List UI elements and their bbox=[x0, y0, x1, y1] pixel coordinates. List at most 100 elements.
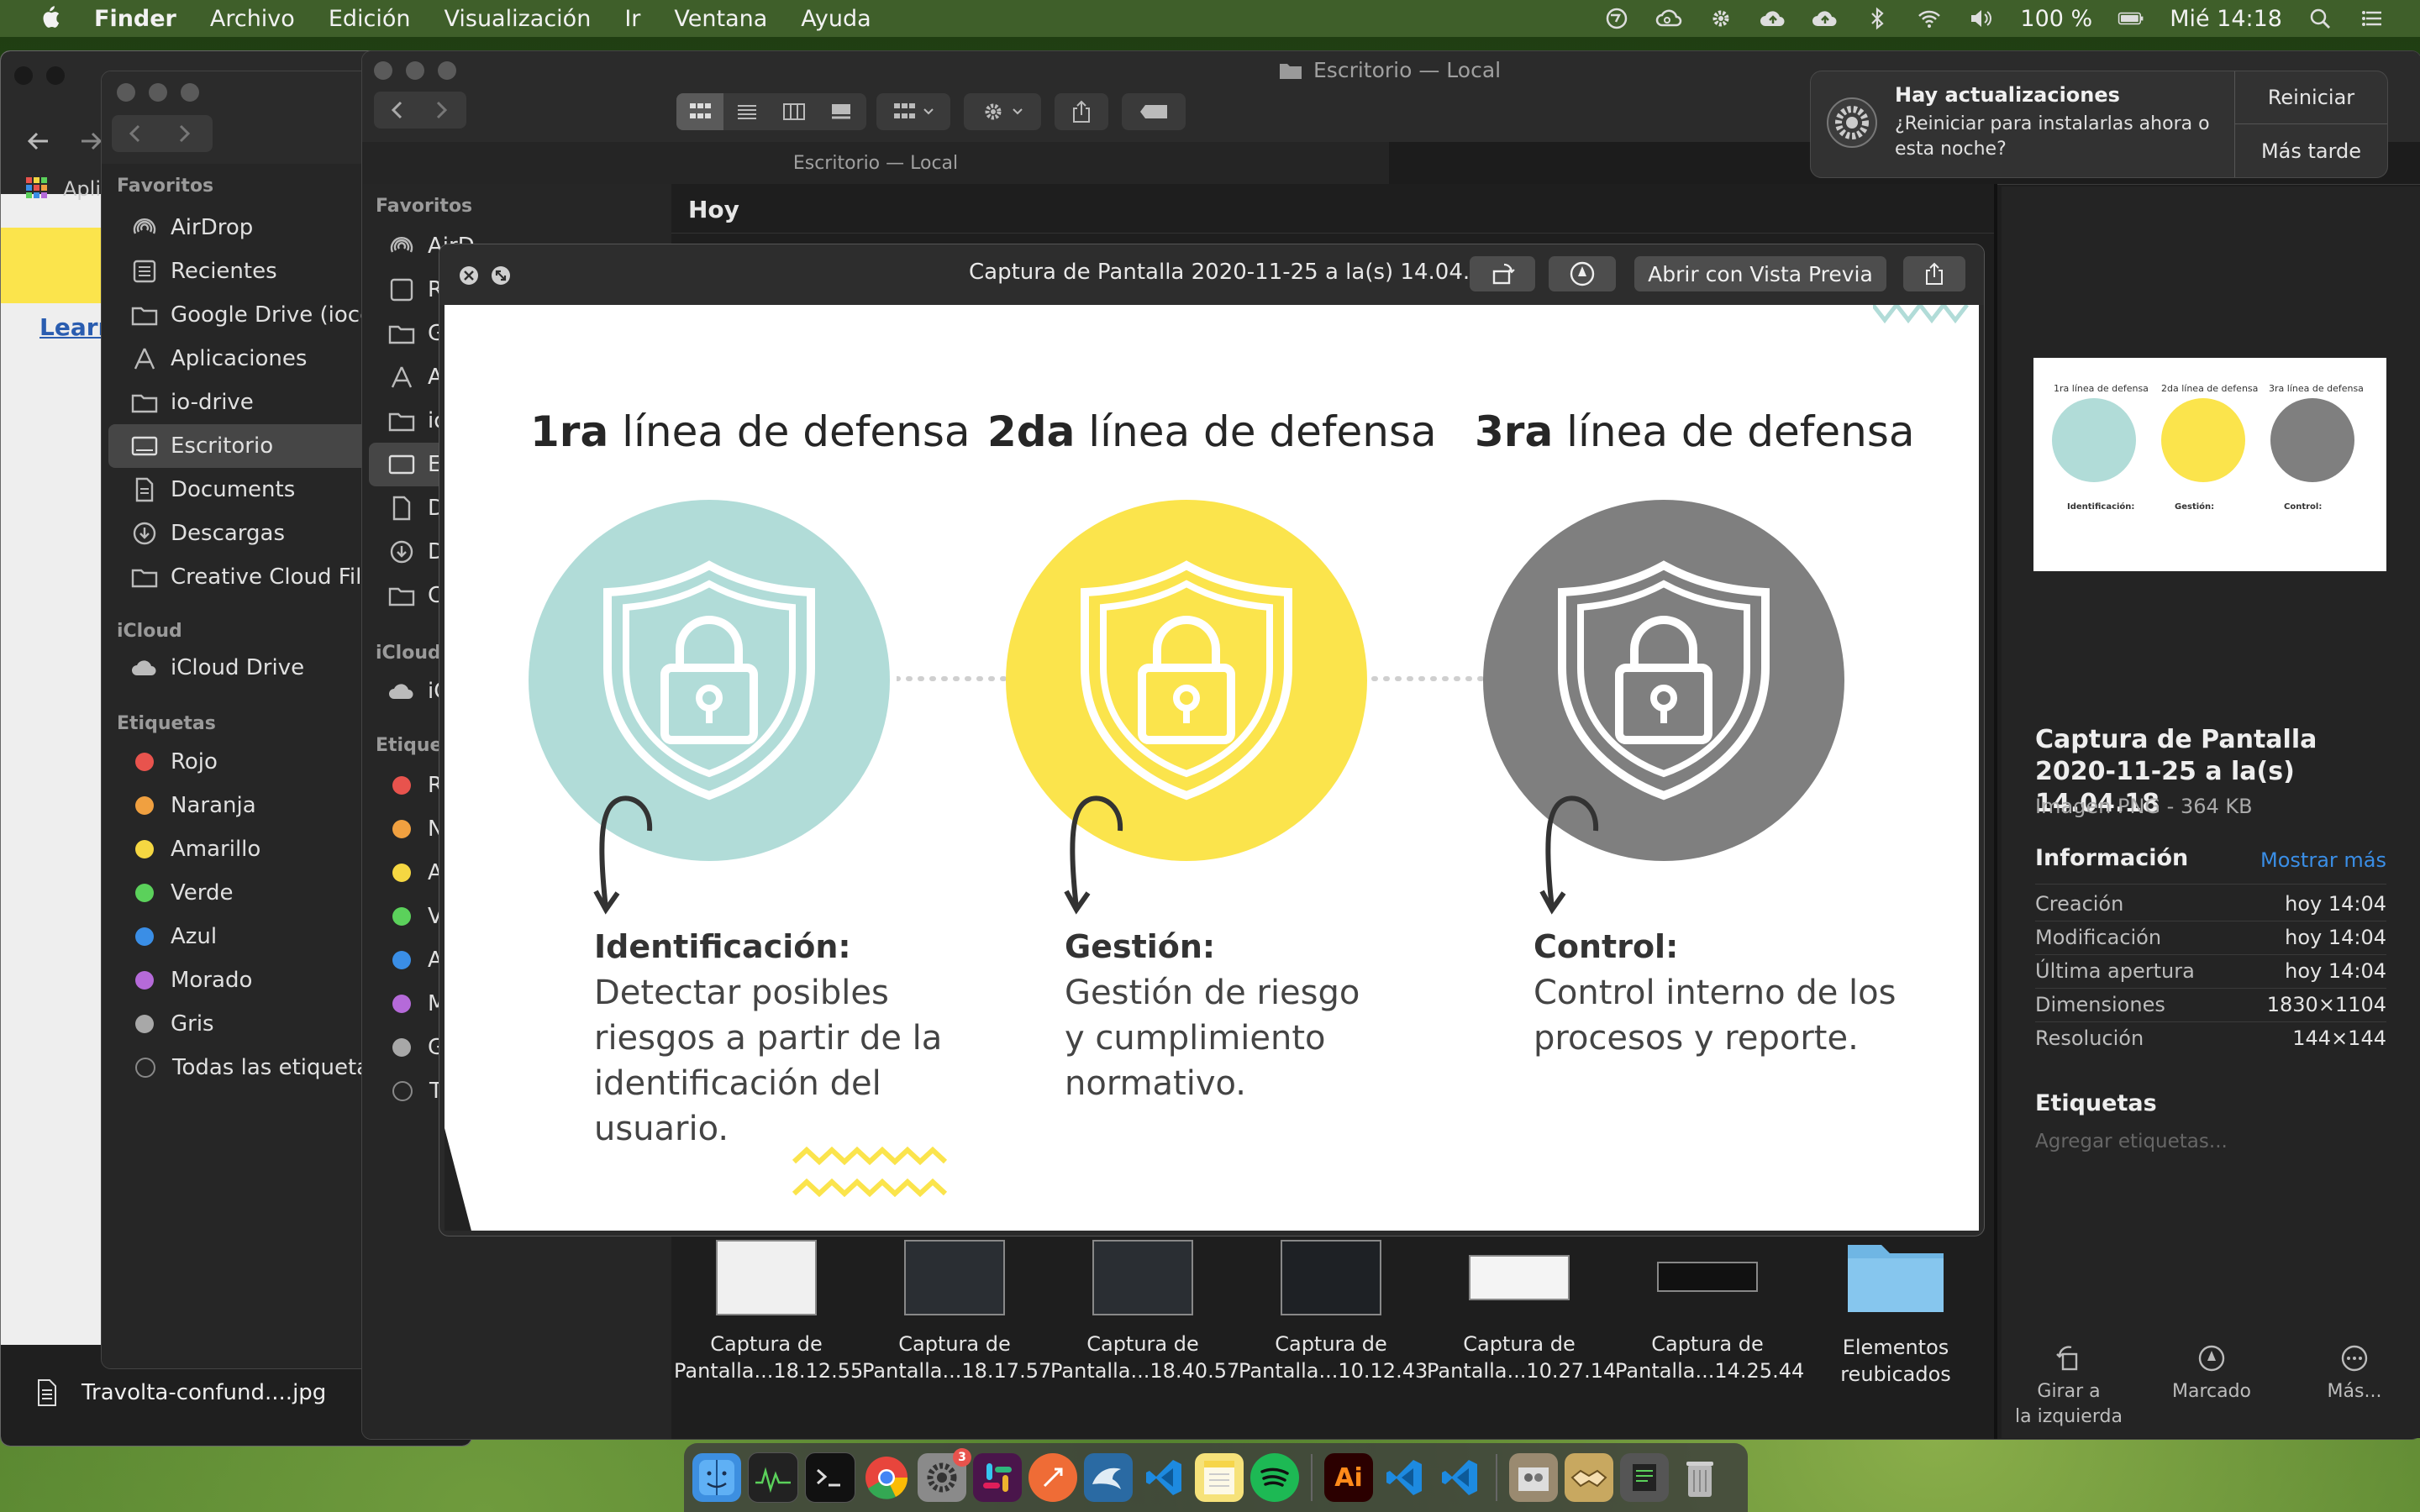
battery-percentage[interactable]: 100 % bbox=[2020, 6, 2092, 32]
vscode-icon[interactable] bbox=[1139, 1453, 1188, 1502]
sidebar-item-creative-cloud[interactable]: Creative Cloud File bbox=[130, 555, 375, 599]
file-item[interactable]: Captura de Pantalla...18.12.55 bbox=[674, 1240, 863, 1384]
file-item[interactable]: Captura de Pantalla...10.12.43 bbox=[1239, 1240, 1428, 1384]
photos-folder-icon[interactable] bbox=[1509, 1453, 1558, 1502]
illustrator-icon[interactable]: Ai bbox=[1324, 1453, 1373, 1502]
finder-icon[interactable] bbox=[692, 1453, 741, 1502]
folder-item[interactable]: Elementos reubicados bbox=[1803, 1235, 1988, 1388]
icon-view-button[interactable] bbox=[676, 93, 723, 130]
sidebar-tag-naranja[interactable]: N bbox=[387, 807, 444, 851]
add-tags-field[interactable]: Agregar etiquetas... bbox=[2035, 1131, 2228, 1152]
trash-icon[interactable] bbox=[1676, 1453, 1724, 1502]
sidebar-item-icloud-drive[interactable]: iCloud Drive bbox=[130, 646, 304, 690]
preview-thumbnail[interactable]: 1ra línea de defensa 2da línea de defens… bbox=[2033, 358, 2386, 571]
minimize-button[interactable] bbox=[46, 66, 65, 85]
list-view-button[interactable] bbox=[723, 93, 771, 130]
file-item[interactable]: Captura de Pantalla...18.17.57 bbox=[862, 1240, 1051, 1384]
restart-button[interactable]: Reiniciar bbox=[2235, 71, 2387, 124]
share-button[interactable] bbox=[1055, 93, 1108, 130]
column-view-button[interactable] bbox=[771, 93, 818, 130]
cloud-sync-icon[interactable] bbox=[1812, 7, 1839, 30]
group-by-button[interactable] bbox=[876, 93, 950, 130]
battery-icon[interactable] bbox=[2118, 7, 2144, 30]
sidebar-item-google-drive[interactable]: G bbox=[387, 312, 445, 355]
zoom-button[interactable] bbox=[181, 83, 199, 102]
share-button[interactable] bbox=[1903, 256, 1965, 291]
sidebar-item-io-drive[interactable]: io-drive bbox=[130, 381, 254, 424]
bluetooth-icon[interactable] bbox=[1864, 7, 1891, 30]
back-arrow-icon[interactable] bbox=[24, 129, 53, 154]
system-preferences-icon[interactable]: 3 bbox=[918, 1448, 971, 1502]
minimize-button[interactable] bbox=[149, 83, 167, 102]
more-button[interactable]: Más... bbox=[2296, 1344, 2413, 1404]
menu-archivo[interactable]: Archivo bbox=[210, 6, 295, 32]
sidebar-tag-verde[interactable]: Verde bbox=[130, 871, 234, 915]
minimize-button[interactable] bbox=[406, 61, 424, 80]
sidebar-item-creative-cloud[interactable]: C bbox=[387, 574, 443, 617]
spotlight-search-icon[interactable] bbox=[2307, 7, 2334, 30]
gallery-view-button[interactable] bbox=[818, 93, 865, 130]
sidebar-tag-morado[interactable]: M bbox=[387, 982, 446, 1026]
menu-ayuda[interactable]: Ayuda bbox=[801, 6, 871, 32]
forward-chevron-icon[interactable] bbox=[172, 122, 196, 145]
sidebar-tag-verde[interactable]: V bbox=[387, 895, 443, 938]
menu-ventana[interactable]: Ventana bbox=[674, 6, 767, 32]
sidebar-tag-gris[interactable]: G bbox=[387, 1026, 445, 1069]
menu-ir[interactable]: Ir bbox=[624, 6, 640, 32]
close-button[interactable] bbox=[374, 61, 392, 80]
action-menu-button[interactable] bbox=[964, 93, 1041, 130]
control-center-icon[interactable] bbox=[2360, 7, 2386, 30]
activity-monitor-icon[interactable] bbox=[748, 1452, 798, 1503]
back-chevron-icon[interactable] bbox=[124, 122, 147, 145]
sidebar-item-documents[interactable]: D bbox=[387, 486, 445, 530]
sidebar-tag-azul[interactable]: Azul bbox=[130, 915, 217, 958]
menu-visualizacion[interactable]: Visualización bbox=[445, 6, 592, 32]
chrome-icon[interactable] bbox=[862, 1453, 911, 1502]
sidebar-all-tags[interactable]: T bbox=[387, 1069, 443, 1113]
sidebar-item-recientes[interactable]: Recientes bbox=[130, 249, 277, 293]
back-chevron-icon[interactable] bbox=[386, 98, 409, 122]
cloud-upload-icon[interactable] bbox=[1760, 7, 1786, 30]
apple-icon[interactable] bbox=[34, 6, 66, 31]
menu-edicion[interactable]: Edición bbox=[329, 6, 411, 32]
close-button[interactable] bbox=[117, 83, 135, 102]
open-with-preview-button[interactable]: Abrir con Vista Previa bbox=[1634, 256, 1886, 291]
menubar-clock[interactable]: Mié 14:18 bbox=[2170, 6, 2282, 32]
finder-tab[interactable]: Escritorio — Local bbox=[362, 142, 1390, 185]
sidebar-tag-rojo[interactable]: R bbox=[387, 764, 443, 807]
file-item[interactable]: Captura de Pantalla...10.27.14 bbox=[1427, 1240, 1616, 1384]
download-filename[interactable]: Travolta-confund....jpg bbox=[82, 1380, 326, 1405]
close-button[interactable] bbox=[14, 66, 33, 85]
file-item[interactable]: Captura de Pantalla...18.40.57 bbox=[1050, 1240, 1239, 1384]
markup-button[interactable] bbox=[1549, 256, 1616, 291]
mysql-workbench-icon[interactable] bbox=[1084, 1453, 1133, 1502]
file-item[interactable]: Captura de Pantalla...14.25.44 bbox=[1615, 1240, 1804, 1384]
sidebar-item-descargas[interactable]: Descargas bbox=[130, 512, 285, 555]
sidebar-tag-morado[interactable]: Morado bbox=[130, 958, 252, 1002]
sidebar-tag-naranja[interactable]: Naranja bbox=[130, 784, 256, 827]
postman-icon[interactable] bbox=[1028, 1453, 1077, 1502]
script-editor-icon[interactable] bbox=[1620, 1453, 1669, 1502]
rotate-button[interactable] bbox=[1470, 256, 1535, 291]
forward-chevron-icon[interactable] bbox=[429, 98, 453, 122]
sidebar-tag-gris[interactable]: Gris bbox=[130, 1002, 214, 1046]
sidebar-item-recientes[interactable]: R bbox=[387, 268, 443, 312]
wifi-icon[interactable] bbox=[1916, 7, 1943, 30]
close-circle-icon[interactable] bbox=[458, 265, 480, 286]
notes-icon[interactable] bbox=[1195, 1453, 1244, 1502]
sidebar-item-aplicaciones[interactable]: Aplicaciones bbox=[130, 337, 307, 381]
sidebar-item-descargas[interactable]: D bbox=[387, 530, 445, 574]
sidebar-tag-azul[interactable]: A bbox=[387, 938, 443, 982]
bookmark-apps-label[interactable]: Apli bbox=[63, 177, 101, 201]
volume-icon[interactable] bbox=[1968, 7, 1995, 30]
sidebar-item-documents[interactable]: Documents bbox=[130, 468, 295, 512]
sidebar-item-google-drive[interactable]: Google Drive (ioce bbox=[130, 293, 373, 337]
vscode-icon[interactable] bbox=[1380, 1453, 1428, 1502]
sidebar-tag-amarillo[interactable]: A bbox=[387, 851, 443, 895]
zoom-button[interactable] bbox=[438, 61, 456, 80]
vpn-icon[interactable] bbox=[1603, 7, 1630, 30]
fullscreen-circle-icon[interactable] bbox=[490, 265, 512, 286]
rotate-left-button[interactable]: Girar a la izquierda bbox=[2010, 1344, 2128, 1430]
sidebar-item-airdrop[interactable]: AirDrop bbox=[130, 206, 253, 249]
sidebar-all-tags[interactable]: Todas las etiquetas bbox=[130, 1046, 381, 1089]
